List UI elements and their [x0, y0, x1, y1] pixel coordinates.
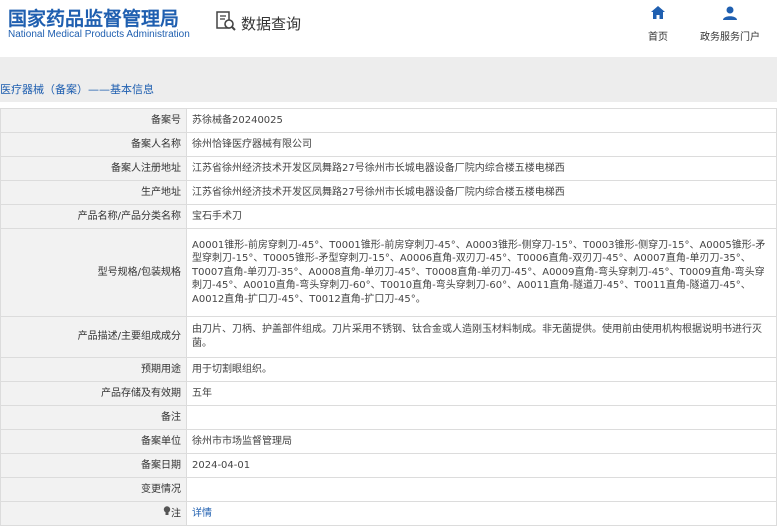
data-query-icon	[215, 10, 237, 36]
table-row: 备注	[0, 405, 777, 430]
user-icon	[722, 5, 738, 25]
home-icon	[650, 5, 666, 25]
field-label: 备案日期	[0, 453, 187, 478]
logo-title-en[interactable]: National Medical Products Administration	[8, 29, 190, 40]
details-link[interactable]: 详情	[192, 508, 212, 519]
data-query-link[interactable]: 数据查询	[215, 10, 301, 36]
nav-home[interactable]: 首页	[648, 5, 668, 43]
field-label: 产品名称/产品分类名称	[0, 204, 187, 229]
field-value: 徐州恰锋医疗器械有限公司	[186, 132, 777, 157]
field-value: 用于切割眼组织。	[186, 357, 777, 382]
table-row: 备案单位 徐州市市场监督管理局	[0, 429, 777, 454]
table-row: 型号规格/包装规格 A0001锥形-前房穿刺刀-45°、T0001锥形-前房穿刺…	[0, 228, 777, 317]
nav-home-label: 首页	[648, 32, 668, 43]
logo-title-cn[interactable]: 国家药品监督管理局	[8, 4, 179, 31]
table-row: 注 详情	[0, 501, 777, 526]
table-row: 产品描述/主要组成成分 由刀片、刀柄、护盖部件组成。刀片采用不锈钢、钛合金或人造…	[0, 316, 777, 358]
field-label: 备案人注册地址	[0, 156, 187, 181]
field-value	[186, 477, 777, 502]
table-row: 生产地址 江苏省徐州经济技术开发区凤舞路27号徐州市长城电器设备厂院内综合楼五楼…	[0, 180, 777, 205]
field-label: 型号规格/包装规格	[0, 228, 187, 317]
table-row: 备案人注册地址 江苏省徐州经济技术开发区凤舞路27号徐州市长城电器设备厂院内综合…	[0, 156, 777, 181]
lightbulb-icon	[163, 506, 171, 521]
field-value: 五年	[186, 381, 777, 406]
header-divider	[0, 57, 777, 72]
field-label: 产品存储及有效期	[0, 381, 187, 406]
field-label: 备注	[0, 405, 187, 430]
note-label-cell: 注	[0, 501, 187, 526]
nav-service-portal[interactable]: 政务服务门户	[700, 5, 760, 43]
field-value: 徐州市市场监督管理局	[186, 429, 777, 454]
field-value: 宝石手术刀	[186, 204, 777, 229]
field-label: 生产地址	[0, 180, 187, 205]
field-label: 变更情况	[0, 477, 187, 502]
note-label: 注	[171, 508, 181, 520]
field-label: 备案号	[0, 108, 187, 133]
table-row: 产品名称/产品分类名称 宝石手术刀	[0, 204, 777, 229]
field-value: A0001锥形-前房穿刺刀-45°、T0001锥形-前房穿刺刀-45°、A000…	[186, 228, 777, 317]
note-value-cell: 详情	[186, 501, 777, 526]
table-row: 变更情况	[0, 477, 777, 502]
field-label: 产品描述/主要组成成分	[0, 316, 187, 358]
detail-table: 备案号 苏徐械备20240025 备案人名称 徐州恰锋医疗器械有限公司 备案人注…	[0, 108, 777, 526]
field-value: 由刀片、刀柄、护盖部件组成。刀片采用不锈钢、钛合金或人造刚玉材料制成。非无菌提供…	[186, 316, 777, 358]
table-row: 产品存储及有效期 五年	[0, 381, 777, 406]
breadcrumb-text: 医疗器械（备案）——基本信息	[0, 83, 154, 96]
breadcrumb: 医疗器械（备案）——基本信息	[0, 72, 777, 102]
site-header: 国家药品监督管理局 National Medical Products Admi…	[0, 0, 777, 50]
field-label: 备案单位	[0, 429, 187, 454]
field-value: 2024-04-01	[186, 453, 777, 478]
field-label: 备案人名称	[0, 132, 187, 157]
table-row: 备案号 苏徐械备20240025	[0, 108, 777, 133]
table-row: 备案日期 2024-04-01	[0, 453, 777, 478]
table-row: 预期用途 用于切割眼组织。	[0, 357, 777, 382]
field-value: 江苏省徐州经济技术开发区凤舞路27号徐州市长城电器设备厂院内综合楼五楼电梯西	[186, 156, 777, 181]
nav-service-label: 政务服务门户	[700, 32, 760, 43]
field-value: 江苏省徐州经济技术开发区凤舞路27号徐州市长城电器设备厂院内综合楼五楼电梯西	[186, 180, 777, 205]
field-label: 预期用途	[0, 357, 187, 382]
table-row: 备案人名称 徐州恰锋医疗器械有限公司	[0, 132, 777, 157]
field-value: 苏徐械备20240025	[186, 108, 777, 133]
data-query-label: 数据查询	[241, 14, 302, 33]
field-value	[186, 405, 777, 430]
